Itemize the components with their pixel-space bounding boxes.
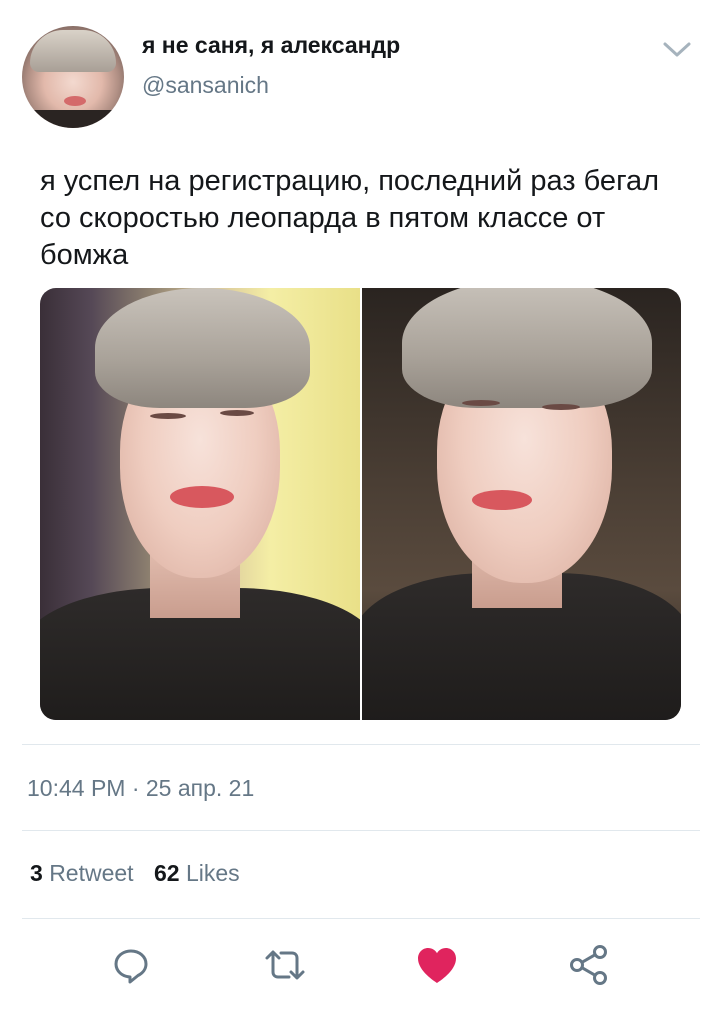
tweet-photo-2[interactable] [361, 288, 681, 720]
heart-icon[interactable] [414, 942, 460, 988]
tweet-stats: 3 Retweet 62 Likes [30, 860, 240, 887]
media-grid [40, 288, 681, 720]
likes-stat[interactable]: 62 Likes [154, 860, 240, 887]
tweet-card: я не саня, я александр @sansanich я успе… [0, 0, 720, 1020]
share-icon[interactable] [566, 942, 612, 988]
divider [22, 918, 700, 919]
display-name[interactable]: я не саня, я александр [142, 32, 400, 59]
divider [22, 744, 700, 745]
chevron-down-icon[interactable] [660, 36, 694, 62]
retweets-stat[interactable]: 3 Retweet [30, 860, 134, 887]
avatar[interactable] [22, 26, 124, 128]
reply-icon[interactable] [108, 942, 154, 988]
tweet-timestamp[interactable]: 10:44 PM · 25 апр. 21 [27, 775, 254, 802]
tweet-photo-1[interactable] [40, 288, 360, 720]
retweets-count: 3 [30, 860, 43, 886]
tweet-text: я успел на регистрацию, последний раз бе… [40, 165, 660, 271]
retweet-icon[interactable] [262, 942, 308, 988]
user-handle[interactable]: @sansanich [142, 72, 269, 99]
likes-label: Likes [185, 860, 240, 886]
likes-count: 62 [153, 860, 180, 886]
divider [22, 830, 700, 831]
retweets-label: Retweet [49, 860, 134, 886]
